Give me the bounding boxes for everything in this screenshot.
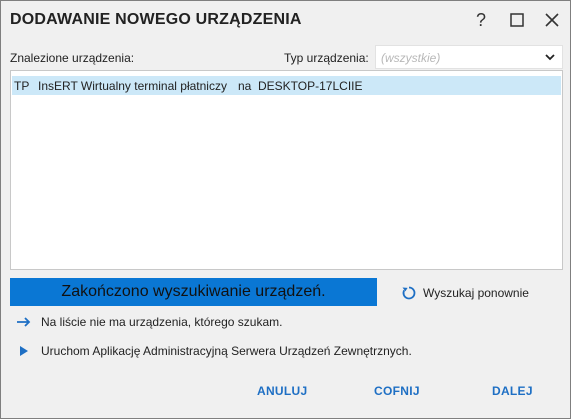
device-connector: na [238, 79, 252, 93]
device-code: TP [14, 79, 30, 93]
add-device-dialog: DODAWANIE NOWEGO URZĄDZENIA ? Znalezione… [0, 0, 571, 419]
search-again-button[interactable]: Wyszukaj ponownie [401, 282, 529, 304]
device-list[interactable]: TP InsERT Wirtualny terminal płatniczy n… [10, 70, 563, 270]
device-host: DESKTOP-17LCIIE [258, 79, 363, 93]
close-button[interactable] [539, 7, 565, 33]
dialog-title: DODAWANIE NOWEGO URZĄDZENIA [10, 11, 302, 28]
launch-admin-app-label: Uruchom Aplikację Administracyjną Serwer… [41, 344, 412, 358]
launch-admin-app-link[interactable]: Uruchom Aplikację Administracyjną Serwer… [16, 342, 412, 360]
device-type-label: Typ urządzenia: [284, 51, 369, 65]
cancel-button[interactable]: ANULUJ [257, 384, 307, 398]
device-type-value: (wszystkie) [381, 51, 441, 65]
maximize-icon [510, 13, 524, 27]
device-name: InsERT Wirtualny terminal płatniczy [38, 79, 227, 93]
close-icon [545, 13, 559, 27]
arrow-right-icon [17, 317, 31, 327]
help-button[interactable]: ? [468, 7, 494, 33]
play-icon [20, 346, 28, 356]
missing-device-label: Na liście nie ma urządzenia, którego szu… [41, 315, 283, 329]
found-devices-label: Znalezione urządzenia: [10, 51, 135, 65]
list-item[interactable]: TP InsERT Wirtualny terminal płatniczy n… [12, 76, 561, 95]
missing-device-link[interactable]: Na liście nie ma urządzenia, którego szu… [16, 313, 282, 331]
status-banner: Zakończono wyszukiwanie urządzeń. [10, 278, 377, 306]
next-button[interactable]: DALEJ [492, 384, 533, 398]
device-type-select[interactable]: (wszystkie) [375, 45, 563, 69]
search-again-label: Wyszukaj ponownie [423, 286, 529, 300]
refresh-icon [402, 286, 416, 300]
title-bar: DODAWANIE NOWEGO URZĄDZENIA ? [1, 1, 570, 39]
maximize-button[interactable] [504, 7, 530, 33]
back-button[interactable]: COFNIJ [374, 384, 420, 398]
chevron-down-icon [545, 54, 555, 61]
